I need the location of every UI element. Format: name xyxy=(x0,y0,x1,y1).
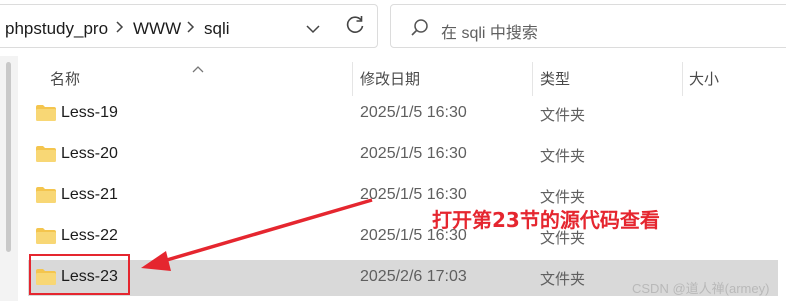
file-row-less-19[interactable]: Less-19 2025/1/5 16:30 文件夹 xyxy=(28,96,778,132)
file-name: Less-22 xyxy=(61,227,118,244)
breadcrumb-item-www[interactable]: WWW xyxy=(133,19,181,39)
chevron-right-icon[interactable] xyxy=(186,18,196,36)
file-row-less-20[interactable]: Less-20 2025/1/5 16:30 文件夹 xyxy=(28,137,778,173)
watermark: CSDN @道人禅(armey) xyxy=(632,281,770,296)
file-row-less-21[interactable]: Less-21 2025/1/5 16:30 文件夹 xyxy=(28,178,778,214)
file-name: Less-20 xyxy=(61,145,118,162)
column-header-modified[interactable]: 修改日期 xyxy=(360,68,420,89)
file-modified: 2025/1/5 16:30 xyxy=(360,104,467,121)
folder-icon xyxy=(36,187,56,203)
navigation-pane-edge xyxy=(0,56,18,301)
folder-icon xyxy=(36,105,56,121)
file-modified: 2025/2/6 17:03 xyxy=(360,268,467,285)
file-type: 文件夹 xyxy=(540,148,586,165)
refresh-icon[interactable] xyxy=(344,14,366,36)
search-box[interactable]: 在 sqli 中搜索 xyxy=(390,4,786,48)
folder-icon xyxy=(36,228,56,244)
column-header-size[interactable]: 大小 xyxy=(689,68,719,89)
scrollbar-thumb[interactable] xyxy=(6,62,11,252)
file-type: 文件夹 xyxy=(540,107,586,124)
address-toolbar: phpstudy_pro WWW sqli 在 sqli 中搜索 xyxy=(0,0,786,56)
file-type: 文件夹 xyxy=(540,271,586,288)
annotation-label: 打开第23节的源代码查看 xyxy=(432,208,660,232)
annotation-highlight-box xyxy=(29,254,130,295)
file-name: Less-21 xyxy=(61,186,118,203)
breadcrumb-item-phpstudy[interactable]: phpstudy_pro xyxy=(5,19,108,39)
breadcrumb-item-sqli[interactable]: sqli xyxy=(204,19,230,39)
file-modified: 2025/1/5 16:30 xyxy=(360,145,467,162)
column-divider[interactable] xyxy=(532,62,533,96)
chevron-right-icon[interactable] xyxy=(115,18,125,36)
address-bar[interactable]: phpstudy_pro WWW sqli xyxy=(0,4,378,48)
column-divider[interactable] xyxy=(352,62,353,96)
column-header-row: 名称 修改日期 类型 大小 xyxy=(18,56,786,96)
column-header-type[interactable]: 类型 xyxy=(540,68,570,89)
column-divider[interactable] xyxy=(682,62,683,96)
file-name: Less-19 xyxy=(61,104,118,121)
search-input[interactable]: 在 sqli 中搜索 xyxy=(441,19,538,43)
file-row-less-22[interactable]: Less-22 2025/1/5 16:30 文件夹 xyxy=(28,219,778,255)
search-icon xyxy=(409,17,431,39)
column-header-name[interactable]: 名称 xyxy=(50,68,80,89)
sort-up-icon xyxy=(192,60,204,73)
chevron-down-icon[interactable] xyxy=(301,19,325,39)
file-modified: 2025/1/5 16:30 xyxy=(360,186,467,203)
folder-icon xyxy=(36,146,56,162)
